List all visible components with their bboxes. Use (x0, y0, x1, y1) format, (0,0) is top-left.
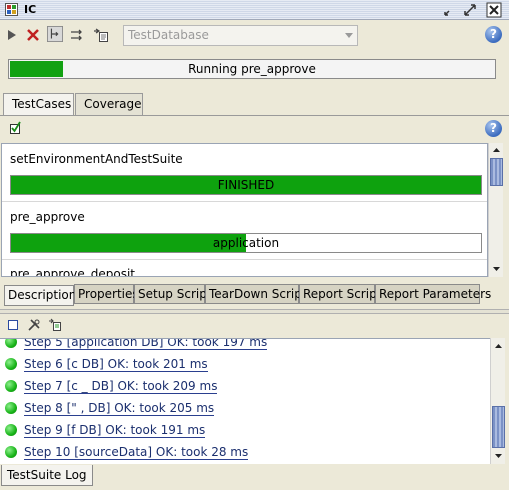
step-into-icon[interactable] (47, 26, 63, 42)
tab-label: TestCases (12, 97, 72, 111)
status-ok-icon (5, 402, 17, 414)
log-entry[interactable]: Step 5 [application DB] OK: took 197 ms (0, 339, 490, 353)
main-progress-bar: Running pre_approve (8, 59, 496, 79)
testcase-progress-bar: FINISHED (10, 175, 482, 195)
scroll-up-icon[interactable] (492, 340, 505, 353)
help-icon[interactable]: ? (485, 120, 502, 137)
new-script-icon[interactable] (93, 27, 109, 43)
tab-teardown-script[interactable]: TearDown Script (205, 284, 307, 304)
log-entry[interactable]: Step 7 [c _ DB] OK: took 209 ms (0, 377, 490, 397)
stop-icon[interactable] (25, 27, 41, 43)
app-icon (5, 3, 18, 16)
log-entry[interactable]: Step 9 [f DB] OK: took 191 ms (0, 421, 490, 441)
scrollbar-thumb[interactable] (492, 406, 505, 448)
log-entry-text[interactable]: Step 5 [application DB] OK: took 197 ms (24, 339, 268, 350)
clear-log-icon[interactable] (7, 318, 21, 332)
checklist-icon[interactable] (9, 121, 22, 134)
scroll-down-icon[interactable] (490, 262, 503, 275)
log-entry-text[interactable]: Step 8 [" , DB] OK: took 205 ms (24, 401, 215, 416)
status-ok-icon (5, 446, 17, 458)
log-entry[interactable]: Step 10 [sourceData] OK: took 28 ms (0, 443, 490, 463)
testcase-name[interactable]: pre_approve_deposit (10, 267, 135, 276)
tab-properties[interactable]: Properties (74, 284, 139, 304)
testcase-name[interactable]: pre_approve (10, 210, 85, 224)
tab-report-parameters[interactable]: Report Parameters (375, 284, 491, 304)
export-log-icon[interactable] (48, 318, 62, 332)
divider (2, 201, 487, 202)
step-over-icon[interactable] (69, 27, 85, 43)
tab-report-script[interactable]: Report Script (299, 284, 381, 304)
status-ok-icon (5, 424, 17, 436)
testcase-status: FINISHED (217, 178, 275, 192)
tab-coverage[interactable]: Coverage (75, 93, 143, 115)
tab-label: Coverage (84, 97, 142, 111)
testcase-status: application (212, 236, 280, 250)
main-progress-label: Running pre_approve (188, 62, 316, 76)
log-entry-text[interactable]: Step 7 [c _ DB] OK: took 209 ms (24, 379, 218, 394)
divider (2, 259, 487, 260)
testcase-list: setEnvironmentAndTestSuite FINISHED pre_… (1, 143, 488, 277)
testcase-name[interactable]: setEnvironmentAndTestSuite (10, 152, 183, 166)
scroll-down-icon[interactable] (492, 449, 505, 462)
maximize-icon[interactable] (462, 2, 478, 18)
testsuite-log: Step 5 [application DB] OK: took 197 ms … (0, 338, 490, 464)
tools-icon[interactable] (27, 318, 41, 332)
window-title-bar: IC (0, 0, 509, 20)
help-icon[interactable]: ? (485, 26, 502, 43)
database-select-value: TestDatabase (128, 28, 209, 42)
log-entry[interactable]: Step 8 [" , DB] OK: took 205 ms (0, 399, 490, 419)
log-entry-text[interactable]: Step 6 [c DB] OK: took 201 ms (24, 357, 208, 372)
status-ok-icon (5, 380, 17, 392)
status-ok-icon (5, 339, 17, 348)
status-ok-icon (5, 358, 17, 370)
chevron-down-icon (345, 33, 353, 38)
run-icon[interactable] (4, 27, 20, 43)
log-entry-text[interactable]: Step 9 [f DB] OK: took 191 ms (24, 423, 206, 438)
tab-description[interactable]: Description (4, 285, 76, 306)
scroll-up-icon[interactable] (490, 144, 503, 157)
scrollbar-thumb[interactable] (490, 158, 503, 186)
close-icon[interactable] (486, 2, 502, 18)
testcase-progress-bar: application (10, 233, 482, 253)
log-entry[interactable]: Step 6 [c DB] OK: took 201 ms (0, 355, 490, 375)
minimize-icon[interactable] (442, 2, 458, 18)
tab-setup-script[interactable]: Setup Script (134, 284, 212, 304)
log-entry-text[interactable]: Step 10 [sourceData] OK: took 28 ms (24, 445, 249, 460)
tab-testsuite-log[interactable]: TestSuite Log (1, 465, 93, 486)
tab-testcases[interactable]: TestCases (3, 93, 74, 116)
database-select[interactable]: TestDatabase (123, 25, 358, 46)
log-scrollbar[interactable] (490, 338, 505, 464)
testcase-scrollbar[interactable] (488, 143, 503, 277)
panel-splitter[interactable] (0, 309, 509, 314)
window-title: IC (24, 3, 37, 16)
